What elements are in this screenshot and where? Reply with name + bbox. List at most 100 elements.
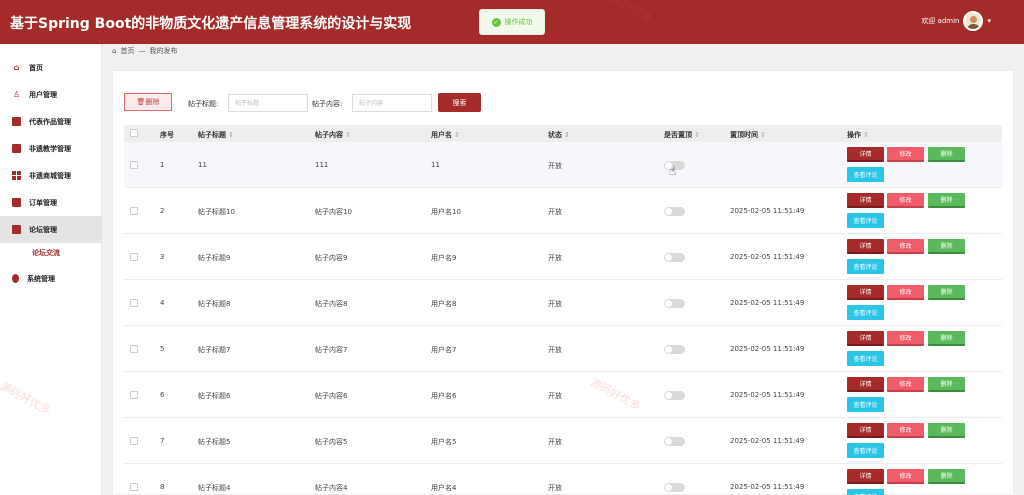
row-checkbox[interactable] [130,345,138,353]
top-toggle[interactable] [664,437,685,446]
edit-button[interactable]: 修改 [887,331,924,346]
view-comments-button[interactable]: 查看评论 [847,397,884,412]
top-toggle[interactable] [664,207,685,216]
sidebar-item-system[interactable]: 系统管理 [0,265,102,292]
row-content: 帖子内容5 [315,438,348,446]
view-comments-button[interactable]: 查看评论 [847,489,884,495]
sort-icon[interactable]: ⇕ [345,131,351,139]
col-content-header[interactable]: 帖子内容 ⇕ [315,130,351,140]
edit-button[interactable]: 修改 [887,423,924,438]
sort-icon[interactable]: ⇕ [454,131,460,139]
detail-button[interactable]: 详情 [847,193,884,208]
top-toggle[interactable] [664,299,685,308]
row-checkbox[interactable] [130,161,138,169]
sidebar-item-orders[interactable]: 订单管理 [0,189,102,216]
breadcrumb-home[interactable]: 首页 [120,46,134,56]
sort-icon[interactable]: ⇕ [564,131,570,139]
delete-button[interactable]: 删除 [928,239,965,254]
sidebar-item-teaching[interactable]: 非遗教学管理 [0,135,102,162]
edit-button[interactable]: 修改 [887,193,924,208]
home-icon[interactable]: ⌂ [112,47,116,55]
col-username-label: 用户名 [431,131,452,139]
row-content: 帖子内容6 [315,392,348,400]
col-title-header[interactable]: 帖子标题 ⇕ [198,130,234,140]
row-checkbox[interactable] [130,391,138,399]
view-comments-button[interactable]: 查看评论 [847,213,884,228]
order-icon [12,198,21,207]
col-status-label: 状态 [548,131,562,139]
detail-button[interactable]: 详情 [847,331,884,346]
col-top-time-label: 置顶时间 [730,131,758,139]
edit-button[interactable]: 修改 [887,147,924,162]
sort-icon[interactable]: ⇕ [228,131,234,139]
batch-delete-button[interactable]: 🗑 删除 [124,93,172,111]
row-username: 用户名5 [431,438,457,446]
row-username: 用户名8 [431,300,457,308]
view-comments-button[interactable]: 查看评论 [847,259,884,274]
chevron-down-icon[interactable]: ▾ [987,17,991,25]
top-toggle[interactable] [664,483,685,492]
detail-button[interactable]: 详情 [847,147,884,162]
detail-button[interactable]: 详情 [847,423,884,438]
row-index: 8 [160,483,165,491]
row-content: 帖子内容8 [315,300,348,308]
check-circle-icon: ✓ [491,17,501,27]
delete-button[interactable]: 删除 [928,469,965,484]
delete-button[interactable]: 删除 [928,193,965,208]
row-title: 帖子标题4 [198,484,231,492]
detail-button[interactable]: 详情 [847,285,884,300]
row-checkbox[interactable] [130,483,138,491]
row-title: 帖子标题5 [198,438,231,446]
sidebar-item-label: 订单管理 [29,198,57,207]
delete-button[interactable]: 删除 [928,377,965,392]
sidebar-item-shop[interactable]: 非遗商城管理 [0,162,102,189]
search-button[interactable]: 搜索 [438,93,481,112]
detail-button[interactable]: 详情 [847,239,884,254]
sort-icon[interactable]: ⇕ [863,131,869,139]
row-username: 用户名10 [431,208,461,216]
title-search-input[interactable] [228,94,308,112]
select-all-checkbox[interactable] [130,129,138,137]
col-top-time-header[interactable]: 置顶时间 ⇕ [730,130,766,140]
submenu-item-forum-exchange[interactable]: 论坛交流 [32,248,60,258]
sort-icon[interactable]: ⇕ [760,131,766,139]
view-comments-button[interactable]: 查看评论 [847,305,884,320]
delete-button[interactable]: 删除 [928,147,965,162]
edit-button[interactable]: 修改 [887,377,924,392]
delete-button[interactable]: 删除 [928,331,965,346]
top-toggle[interactable] [664,345,685,354]
row-title: 帖子标题6 [198,392,231,400]
top-toggle[interactable] [664,253,685,262]
row-checkbox[interactable] [130,207,138,215]
sidebar-item-label: 系统管理 [27,274,55,283]
edit-button[interactable]: 修改 [887,469,924,484]
avatar[interactable] [963,11,984,31]
col-title-label: 帖子标题 [198,131,226,139]
sort-icon[interactable]: ⇕ [694,131,700,139]
col-username-header[interactable]: 用户名 ⇕ [431,130,460,140]
row-checkbox[interactable] [130,253,138,261]
view-comments-button[interactable]: 查看评论 [847,167,884,182]
row-checkbox[interactable] [130,299,138,307]
sidebar-item-forum[interactable]: 论坛管理 [0,216,102,243]
pointer-cursor-icon: ☝ [669,164,677,178]
col-status-header[interactable]: 状态 ⇕ [548,130,570,140]
row-checkbox[interactable] [130,437,138,445]
sidebar-item-works[interactable]: 代表作品管理 [0,108,102,135]
edit-button[interactable]: 修改 [887,239,924,254]
table-header: 序号 帖子标题 ⇕ 帖子内容 ⇕ 用户名 ⇕ 状态 ⇕ 是否置顶 ⇕ 置顶时间 ⇕ 操作 ⇕ [124,125,1002,142]
detail-button[interactable]: 详情 [847,377,884,392]
view-comments-button[interactable]: 查看评论 [847,443,884,458]
user-menu[interactable]: 欢迎 admin ▾ [921,11,991,31]
col-top-header[interactable]: 是否置顶 ⇕ [664,130,700,140]
delete-button[interactable]: 删除 [928,423,965,438]
view-comments-button[interactable]: 查看评论 [847,351,884,366]
sidebar-item-users[interactable]: ♙ 用户管理 [0,81,102,108]
edit-button[interactable]: 修改 [887,285,924,300]
top-toggle[interactable] [664,391,685,400]
detail-button[interactable]: 详情 [847,469,884,484]
sidebar-item-home[interactable]: ⌂ 首页 [0,54,102,81]
table-row: 2 帖子标题10 帖子内容10 用户名10 开放 2025-02-05 11:51:49 详… [124,188,1002,234]
content-search-input[interactable] [352,94,432,112]
delete-button[interactable]: 删除 [928,285,965,300]
